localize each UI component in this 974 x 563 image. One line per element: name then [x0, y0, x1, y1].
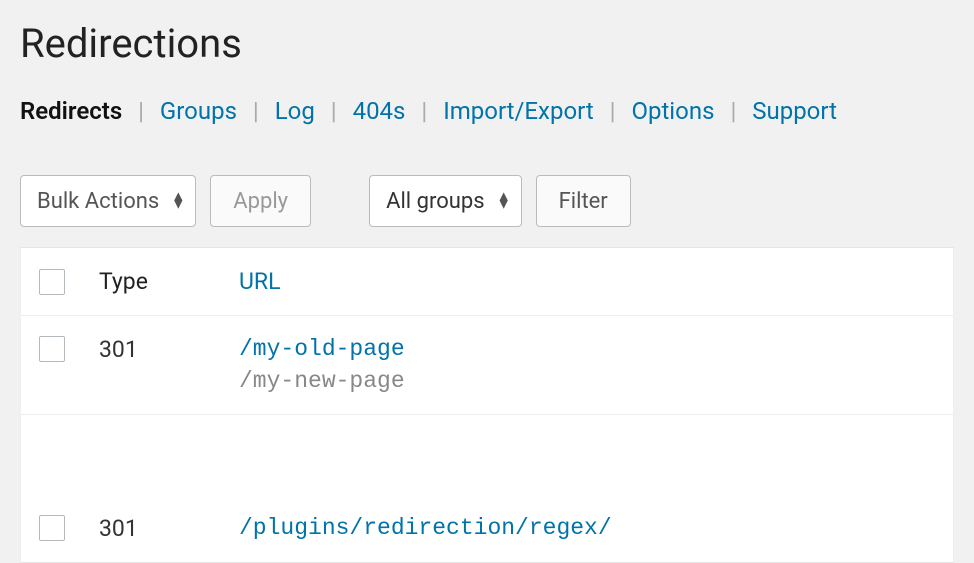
- tab-groups[interactable]: Groups: [160, 97, 237, 125]
- bulk-actions-label: Bulk Actions: [37, 189, 159, 214]
- filter-button[interactable]: Filter: [536, 175, 631, 227]
- row-target-url: /my-new-page: [239, 368, 935, 394]
- tab-separator: |: [138, 97, 144, 125]
- row-type: 301: [99, 515, 239, 542]
- filter-label: Filter: [559, 189, 608, 214]
- apply-button[interactable]: Apply: [210, 175, 311, 227]
- tab-import-export[interactable]: Import/Export: [443, 97, 594, 125]
- select-arrows-icon: ▲▼: [171, 193, 185, 208]
- tab-log[interactable]: Log: [275, 97, 315, 125]
- row-checkbox[interactable]: [39, 336, 65, 362]
- tab-separator: |: [421, 97, 427, 125]
- row-type: 301: [99, 336, 239, 363]
- redirects-table: Type URL 301 /my-old-page /my-new-page 3…: [20, 247, 954, 563]
- row-checkbox[interactable]: [39, 515, 65, 541]
- tab-separator: |: [331, 97, 337, 125]
- group-filter-label: All groups: [386, 189, 484, 214]
- column-header-url[interactable]: URL: [239, 268, 935, 295]
- page-title: Redirections: [20, 20, 954, 67]
- table-row: 301 /plugins/redirection/regex/: [21, 495, 953, 562]
- tab-options[interactable]: Options: [631, 97, 714, 125]
- tab-separator: |: [610, 97, 616, 125]
- tab-separator: |: [253, 97, 259, 125]
- row-source-url[interactable]: /plugins/redirection/regex/: [239, 515, 935, 541]
- select-all-checkbox[interactable]: [39, 269, 65, 295]
- tab-bar: Redirects | Groups | Log | 404s | Import…: [20, 97, 954, 125]
- group-filter-select[interactable]: All groups ▲▼: [369, 175, 521, 227]
- bulk-actions-select[interactable]: Bulk Actions ▲▼: [20, 175, 196, 227]
- tab-redirects[interactable]: Redirects: [20, 97, 122, 125]
- apply-label: Apply: [233, 189, 288, 214]
- row-gap: [21, 415, 953, 495]
- controls-bar: Bulk Actions ▲▼ Apply All groups ▲▼ Filt…: [20, 175, 954, 227]
- tab-404s[interactable]: 404s: [353, 97, 406, 125]
- table-row: 301 /my-old-page /my-new-page: [21, 316, 953, 415]
- column-header-type[interactable]: Type: [99, 268, 239, 295]
- tab-support[interactable]: Support: [752, 97, 837, 125]
- row-source-url[interactable]: /my-old-page: [239, 336, 935, 362]
- tab-separator: |: [730, 97, 736, 125]
- select-arrows-icon: ▲▼: [497, 193, 511, 208]
- table-header-row: Type URL: [21, 248, 953, 316]
